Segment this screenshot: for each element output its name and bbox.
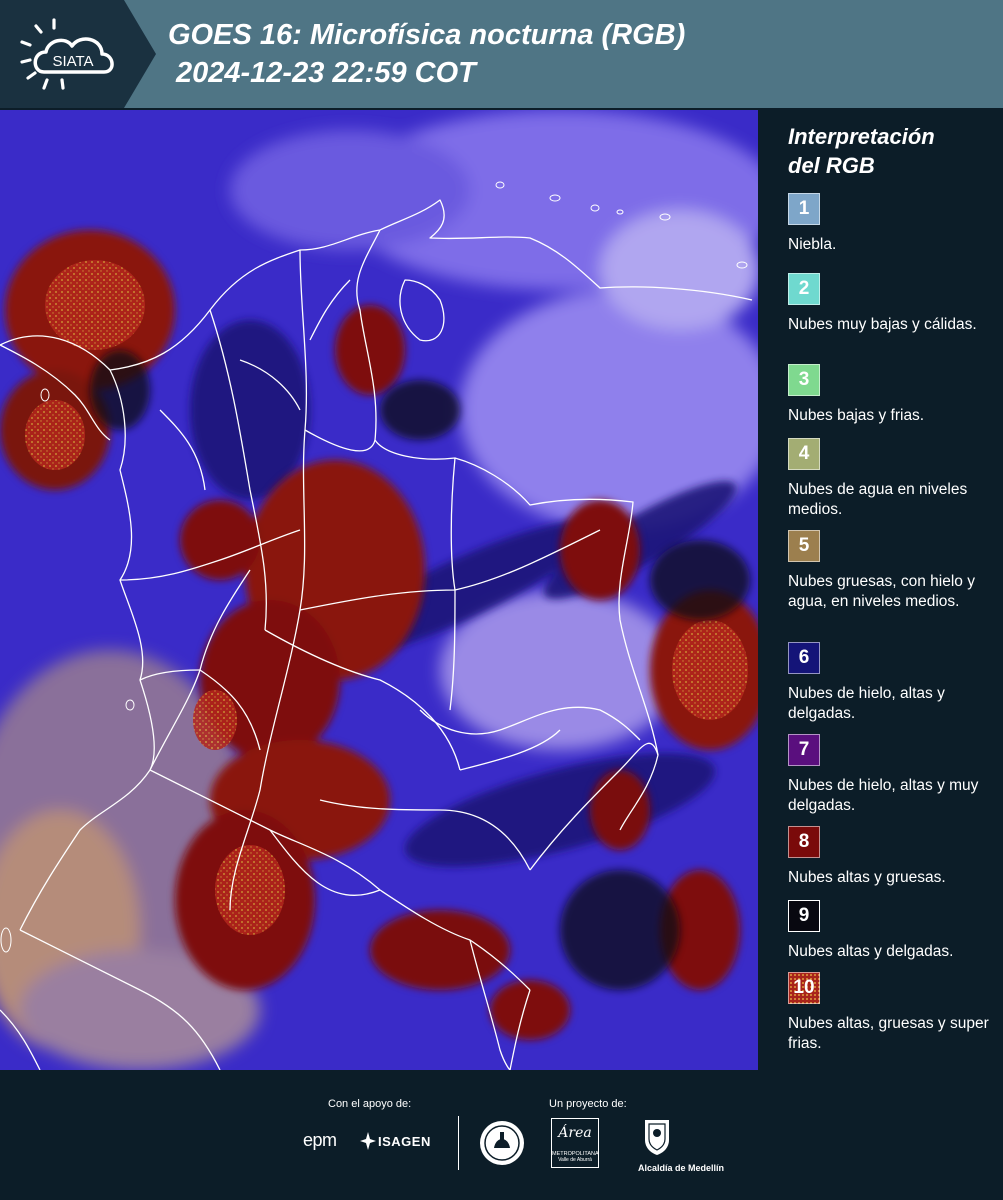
legend-swatch-3: 3 bbox=[788, 364, 820, 396]
legend-swatch-9: 9 bbox=[788, 900, 820, 932]
legend-label-1: Niebla. bbox=[788, 236, 837, 253]
area-logo-title: Área bbox=[558, 1125, 592, 1141]
legend-panel: Interpretación del RGB 1 Niebla. 2 Nubes… bbox=[760, 110, 1003, 1070]
legend-swatch-2: 2 bbox=[788, 273, 820, 305]
satellite-map[interactable] bbox=[0, 110, 758, 1070]
medellin-shield-icon bbox=[645, 1120, 669, 1155]
footer: Con el apoyo de: Un proyecto de: epm ISA… bbox=[0, 1070, 1003, 1200]
isagen-logo: ISAGEN bbox=[378, 1134, 431, 1149]
legend-item-10: 10 Nubes altas, gruesas y super frias. bbox=[788, 972, 1000, 1054]
legend-swatch-6: 6 bbox=[788, 642, 820, 674]
area-metropolitana-logo: Área METROPOLITANA Valle de Aburrá bbox=[551, 1118, 599, 1168]
legend-label-7: Nubes de hielo, altas y muy delgadas. bbox=[788, 777, 979, 814]
legend-item-2: 2 Nubes muy bajas y cálidas. bbox=[788, 273, 1000, 335]
legend-label-9: Nubes altas y delgadas. bbox=[788, 943, 954, 960]
project-label: Un proyecto de: bbox=[549, 1098, 627, 1110]
area-logo-line3: Valle de Aburrá bbox=[558, 1157, 592, 1163]
legend-item-3: 3 Nubes bajas y frias. bbox=[788, 364, 1000, 426]
legend-item-1: 1 Niebla. bbox=[788, 193, 1000, 255]
legend-label-8: Nubes altas y gruesas. bbox=[788, 869, 946, 886]
legend-label-6: Nubes de hielo, altas y delgadas. bbox=[788, 685, 945, 722]
legend-label-5: Nubes gruesas, con hielo y agua, en nive… bbox=[788, 573, 975, 610]
legend-swatch-8: 8 bbox=[788, 826, 820, 858]
legend-label-4: Nubes de agua en niveles medios. bbox=[788, 481, 968, 518]
page-title: GOES 16: Microfísica nocturna (RGB) 2024… bbox=[168, 16, 998, 92]
legend-swatch-7: 7 bbox=[788, 734, 820, 766]
logo-chevron bbox=[124, 0, 156, 108]
legend-title-line-1: Interpretación bbox=[788, 124, 935, 149]
logo-text: SIATA bbox=[52, 53, 93, 70]
legend-label-10: Nubes altas, gruesas y super frias. bbox=[788, 1015, 989, 1052]
logo-panel: SIATA bbox=[0, 0, 124, 108]
legend-swatch-4: 4 bbox=[788, 438, 820, 470]
legend-item-9: 9 Nubes altas y delgadas. bbox=[788, 900, 1000, 962]
legend-item-5: 5 Nubes gruesas, con hielo y agua, en ni… bbox=[788, 530, 1000, 612]
title-line-1: GOES 16: Microfísica nocturna (RGB) bbox=[168, 19, 686, 51]
medellin-logo-text: Alcaldía de Medellín bbox=[638, 1163, 725, 1173]
legend-swatch-10: 10 bbox=[788, 972, 820, 1004]
legend-item-7: 7 Nubes de hielo, altas y muy delgadas. bbox=[788, 734, 1000, 816]
legend-label-3: Nubes bajas y frias. bbox=[788, 407, 925, 424]
support-label: Con el apoyo de: bbox=[328, 1098, 412, 1110]
satellite-image bbox=[0, 110, 758, 1070]
epm-logo: epm bbox=[303, 1130, 337, 1150]
legend-title: Interpretación del RGB bbox=[788, 122, 998, 180]
header-bar: SIATA GOES 16: Microfísica nocturna (RGB… bbox=[0, 0, 1003, 108]
legend-item-6: 6 Nubes de hielo, altas y delgadas. bbox=[788, 642, 1000, 724]
legend-title-line-2: del RGB bbox=[788, 153, 875, 178]
title-line-2: 2024-12-23 22:59 COT bbox=[176, 57, 476, 89]
legend-swatch-5: 5 bbox=[788, 530, 820, 562]
legend-item-8: 8 Nubes altas y gruesas. bbox=[788, 826, 1000, 888]
siata-logo-icon: SIATA bbox=[20, 18, 114, 90]
legend-swatch-1: 1 bbox=[788, 193, 820, 225]
legend-label-2: Nubes muy bajas y cálidas. bbox=[788, 316, 977, 333]
footer-divider bbox=[458, 1116, 459, 1170]
isagen-star-icon bbox=[360, 1132, 376, 1150]
university-seal-icon bbox=[480, 1121, 524, 1165]
legend-item-4: 4 Nubes de agua en niveles medios. bbox=[788, 438, 1000, 520]
